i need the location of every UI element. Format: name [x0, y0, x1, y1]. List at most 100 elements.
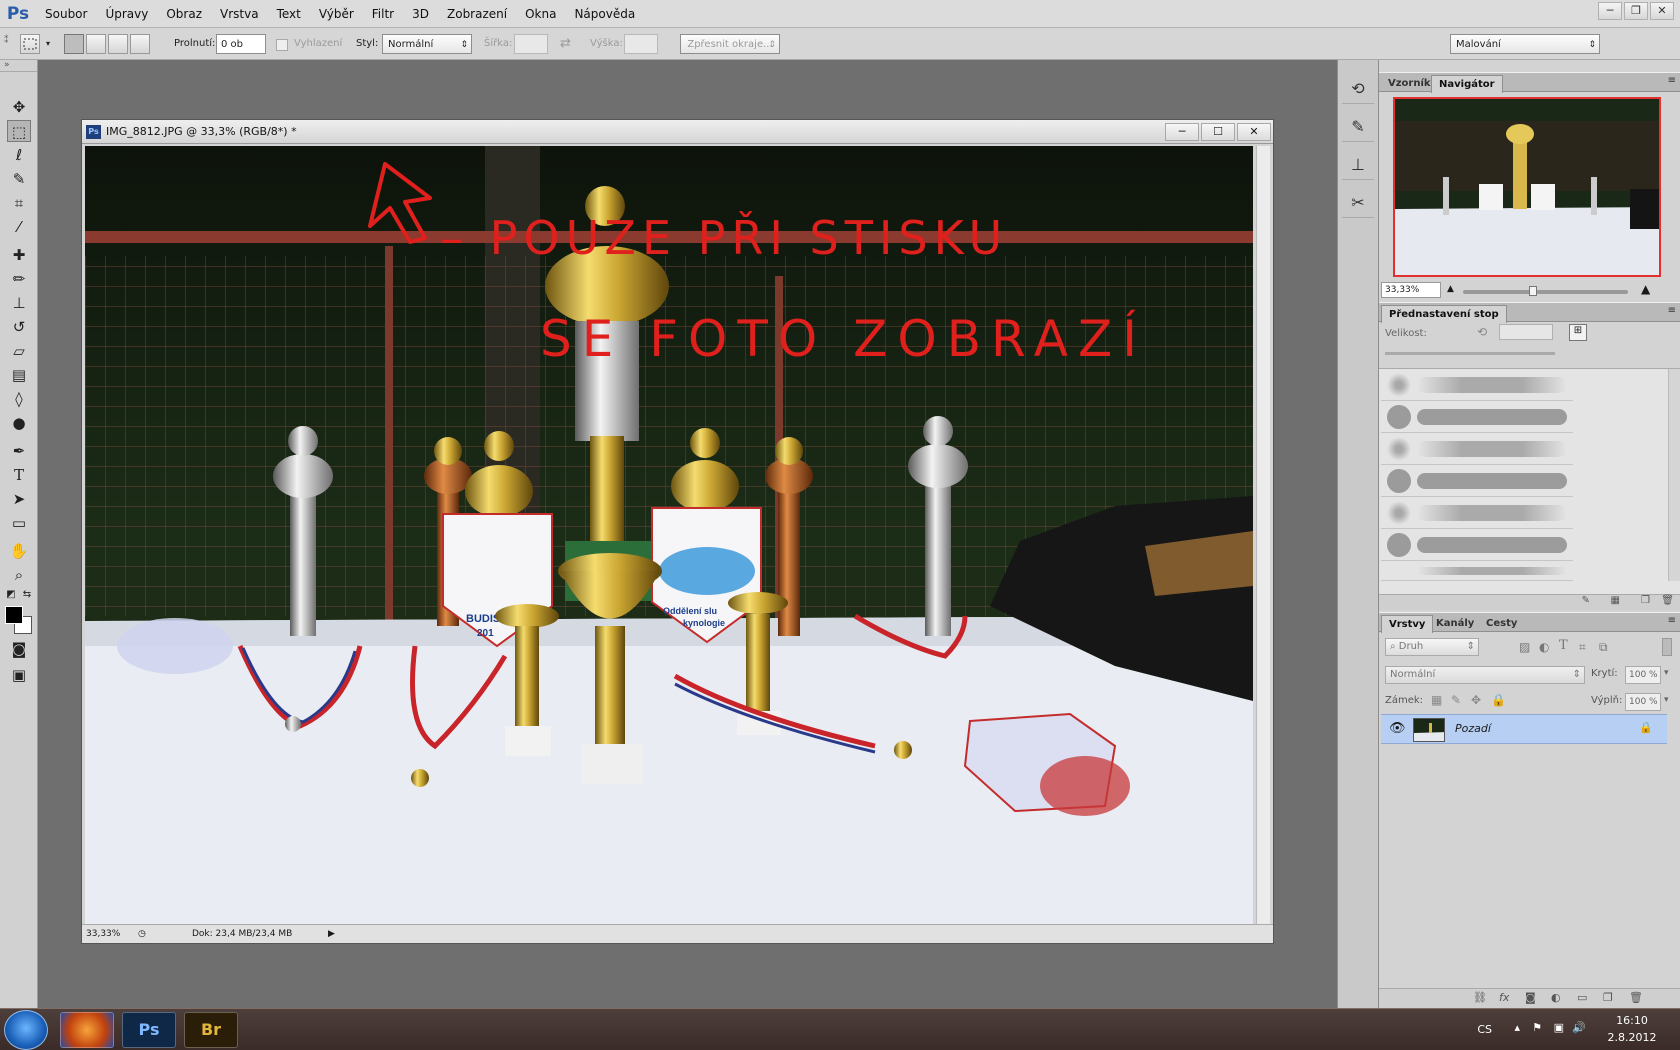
gradient-tool-icon[interactable]: ▤	[7, 364, 31, 386]
screen-mode-icon[interactable]: ▣	[7, 664, 31, 686]
menu-okna[interactable]: Okna	[516, 0, 565, 28]
new-group-icon[interactable]: ▭	[1577, 991, 1587, 1004]
minimize-button[interactable]: ─	[1598, 2, 1622, 20]
history-panel-icon[interactable]: ⟲	[1342, 74, 1374, 104]
pen-tool-icon[interactable]: ✒	[7, 440, 31, 462]
layer-name[interactable]: Pozadí	[1455, 715, 1491, 743]
new-brush-icon[interactable]: ❐	[1641, 595, 1650, 606]
lock-transparent-icon[interactable]: ▦	[1431, 693, 1442, 707]
status-info-icon[interactable]: ◷	[138, 925, 146, 943]
menu-zobrazeni[interactable]: Zobrazení	[438, 0, 516, 28]
language-indicator[interactable]: CS	[1477, 1023, 1492, 1036]
volume-icon[interactable]: 🔊	[1572, 1021, 1586, 1034]
brush-preset[interactable]	[1381, 401, 1573, 433]
tab-kanaly[interactable]: Kanály	[1429, 615, 1481, 633]
zoom-slider-handle[interactable]	[1529, 286, 1537, 296]
brush-grid-icon[interactable]: ▦	[1611, 595, 1620, 606]
panel-menu-icon[interactable]: ≡	[1668, 75, 1676, 86]
eyedropper-tool-icon[interactable]: ⁄	[7, 216, 31, 238]
clock-time[interactable]: 16:10	[1604, 1014, 1660, 1027]
close-button[interactable]: ✕	[1650, 2, 1674, 20]
menu-vyber[interactable]: Výběr	[310, 0, 363, 28]
history-brush-tool-icon[interactable]: ↺	[7, 316, 31, 338]
navigator-thumbnail[interactable]	[1393, 97, 1661, 277]
brush-preset[interactable]	[1381, 465, 1573, 497]
tab-navigator[interactable]: Navigátor	[1431, 75, 1503, 93]
tab-brush-presets[interactable]: Přednastavení stop	[1381, 305, 1507, 323]
clone-source-icon[interactable]: ⊥	[1342, 150, 1374, 180]
lasso-tool-icon[interactable]: ℓ	[7, 144, 31, 166]
marquee-tool-icon[interactable]: ⬚	[7, 120, 31, 142]
filter-type-icon[interactable]: T	[1559, 638, 1568, 653]
filter-smart-icon[interactable]: ⧉	[1599, 640, 1608, 655]
layer-effects-icon[interactable]: fx	[1499, 991, 1509, 1004]
brush-preset[interactable]	[1381, 561, 1573, 581]
layer-row[interactable]: 👁 Pozadí 🔒	[1381, 714, 1667, 744]
marquee-preset-button[interactable]	[20, 34, 40, 54]
brush-preset[interactable]	[1381, 529, 1573, 561]
filter-shape-icon[interactable]: ⌗	[1579, 640, 1586, 655]
menu-3d[interactable]: 3D	[403, 0, 438, 28]
tray-expand-icon[interactable]: ▴	[1514, 1021, 1520, 1034]
feather-input[interactable]: 0 ob	[216, 34, 266, 54]
tab-cesty[interactable]: Cesty	[1479, 615, 1524, 633]
bridge-taskbar-button[interactable]: Br	[184, 1012, 238, 1048]
menu-text[interactable]: Text	[268, 0, 310, 28]
brush-tool-icon[interactable]: ✏	[7, 268, 31, 290]
tab-vzornik[interactable]: Vzorník	[1381, 75, 1438, 93]
opacity-input[interactable]: 100 %	[1625, 666, 1661, 684]
delete-brush-icon[interactable]: 🗑	[1661, 595, 1674, 606]
brush-list-scrollbar[interactable]	[1668, 369, 1680, 581]
dodge-tool-icon[interactable]: ●	[7, 412, 31, 434]
menu-vrstva[interactable]: Vrstva	[211, 0, 268, 28]
filter-toggle-switch[interactable]	[1662, 638, 1672, 656]
menu-obraz[interactable]: Obraz	[157, 0, 211, 28]
style-select[interactable]: Normální	[382, 34, 472, 55]
opacity-dropdown-icon[interactable]: ▾	[1664, 668, 1669, 678]
adjustment-layer-icon[interactable]: ◐	[1551, 991, 1561, 1004]
brush-panel-menu-icon[interactable]: ≡	[1668, 305, 1676, 316]
firefox-taskbar-icon[interactable]	[60, 1012, 114, 1048]
quick-selection-tool-icon[interactable]: ✎	[7, 168, 31, 190]
navigator-zoom-input[interactable]: 33,33%	[1381, 282, 1441, 298]
zoom-level[interactable]: 33,33%	[86, 925, 120, 943]
chevron-down-icon[interactable]: ▾	[46, 34, 50, 54]
eye-icon[interactable]: 👁	[1389, 721, 1406, 736]
zoom-tool-icon[interactable]: ⌕	[7, 564, 31, 586]
doc-close-button[interactable]: ✕	[1237, 123, 1271, 141]
rectangle-tool-icon[interactable]: ▭	[7, 512, 31, 534]
toggle-brush-panel-icon[interactable]: ✎	[1582, 595, 1590, 606]
crop-tool-icon[interactable]: ⌗	[7, 192, 31, 214]
eraser-tool-icon[interactable]: ▱	[7, 340, 31, 362]
clock-date[interactable]: 2.8.2012	[1604, 1031, 1660, 1044]
layers-panel-menu-icon[interactable]: ≡	[1668, 615, 1676, 626]
zoom-slider[interactable]	[1463, 290, 1628, 294]
workspace-select[interactable]: Malování	[1450, 34, 1600, 55]
clone-stamp-tool-icon[interactable]: ⊥	[7, 292, 31, 314]
blur-tool-icon[interactable]: ◊	[7, 388, 31, 410]
filter-image-icon[interactable]: ▨	[1519, 640, 1530, 654]
tools-grip[interactable]: »	[0, 60, 37, 72]
zoom-out-icon[interactable]: ▲	[1447, 284, 1454, 294]
default-colors-icon[interactable]: ◩	[4, 584, 18, 606]
brush-size-input[interactable]	[1499, 324, 1553, 340]
lock-pixels-icon[interactable]: ✎	[1451, 693, 1461, 707]
start-button[interactable]	[4, 1010, 48, 1050]
vertical-scrollbar[interactable]	[1256, 146, 1270, 924]
restore-button[interactable]: ❐	[1624, 2, 1648, 20]
fill-input[interactable]: 100 %	[1625, 693, 1661, 711]
photoshop-taskbar-button[interactable]: Ps	[122, 1012, 176, 1048]
menu-soubor[interactable]: Soubor	[36, 0, 96, 28]
document-title-bar[interactable]: Ps IMG_8812.JPG @ 33,3% (RGB/8*) * ─ ☐ ✕	[82, 120, 1273, 144]
subtract-selection-button[interactable]	[108, 34, 128, 54]
move-tool-icon[interactable]: ✥	[7, 96, 31, 118]
lock-position-icon[interactable]: ✥	[1471, 693, 1481, 707]
quick-mask-icon[interactable]: ◙	[7, 638, 31, 660]
blend-mode-select[interactable]: Normální ⇕	[1385, 666, 1585, 684]
add-selection-button[interactable]	[86, 34, 106, 54]
brush-preset[interactable]	[1381, 497, 1573, 529]
new-selection-button[interactable]	[64, 34, 84, 54]
new-layer-icon[interactable]: ❐	[1603, 991, 1613, 1004]
intersect-selection-button[interactable]	[130, 34, 150, 54]
menu-upravy[interactable]: Úpravy	[96, 0, 157, 28]
